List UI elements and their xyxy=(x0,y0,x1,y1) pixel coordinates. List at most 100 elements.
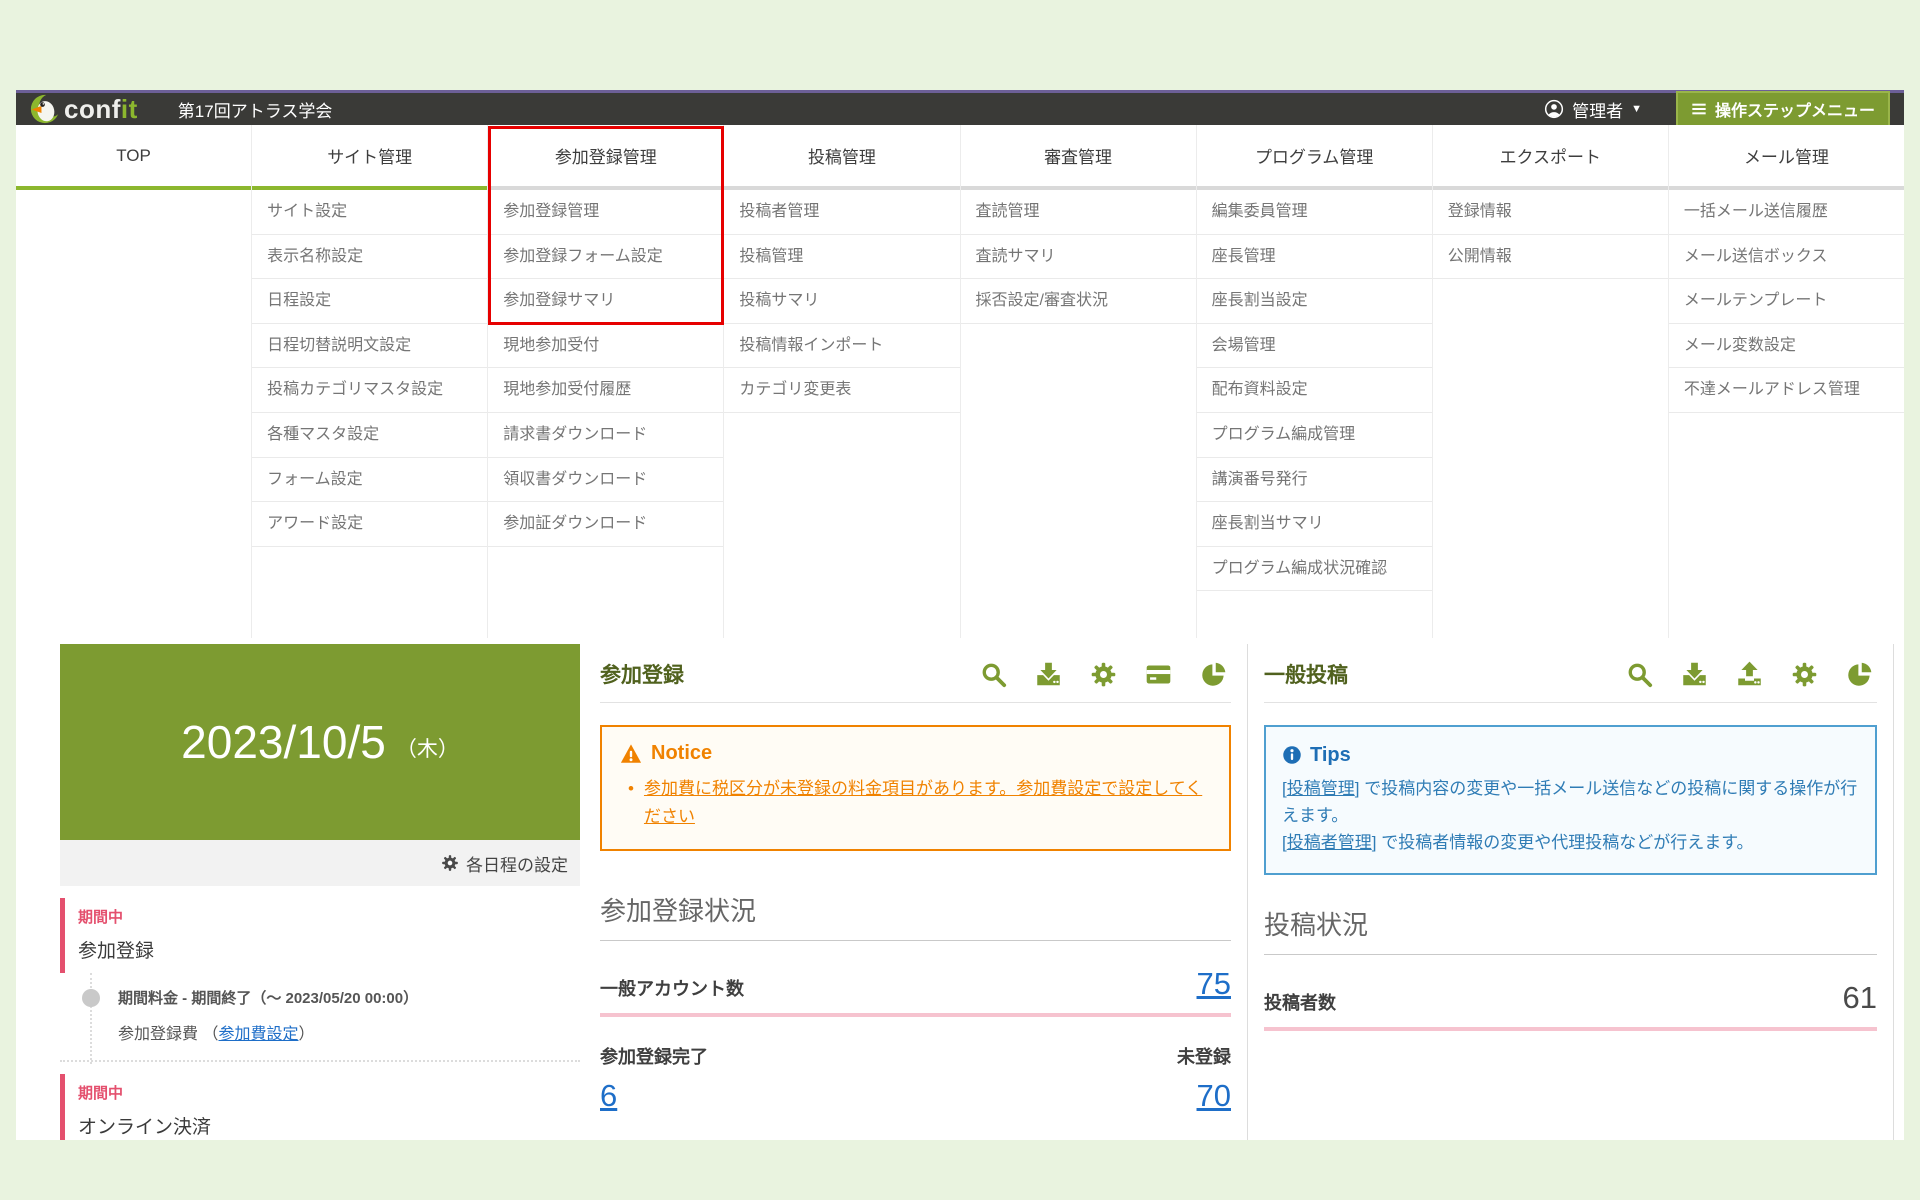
download-icon[interactable] xyxy=(1681,661,1708,688)
menu-item[interactable]: 日程切替説明文設定 xyxy=(252,324,487,369)
bird-logo-icon xyxy=(30,94,60,124)
schedule-item-title: オンライン決済 xyxy=(78,1112,580,1139)
menu-item[interactable]: 投稿情報インポート xyxy=(724,324,959,369)
submission-panel: 一般投稿 Tips [投稿管理] で投稿内容の変更や一括メール送信などの投稿に関… xyxy=(1264,644,1894,1140)
notice-title-label: Notice xyxy=(651,742,712,765)
menu-item[interactable]: 日程設定 xyxy=(252,279,487,324)
menu-item[interactable]: 表示名称設定 xyxy=(252,235,487,280)
registration-fee-line: 参加登録費 （参加費設定） xyxy=(118,1020,580,1044)
menu-item[interactable]: 参加証ダウンロード xyxy=(488,502,723,547)
nav-items-review: 査読管理 査読サマリ 採否設定/審査状況 xyxy=(961,190,1196,638)
menu-item[interactable]: 査読サマリ xyxy=(961,235,1196,280)
pie-chart-icon[interactable] xyxy=(1200,661,1227,688)
menu-item[interactable]: 投稿サマリ xyxy=(724,279,959,324)
tab-site-management[interactable]: サイト管理 xyxy=(252,125,487,190)
menu-item[interactable]: メールテンプレート xyxy=(1669,279,1904,324)
tab-export[interactable]: エクスポート xyxy=(1433,125,1668,190)
menu-item[interactable]: 会場管理 xyxy=(1197,324,1432,369)
menu-item[interactable]: 投稿カテゴリマスタ設定 xyxy=(252,368,487,413)
menu-item[interactable]: 不達メールアドレス管理 xyxy=(1669,368,1904,413)
menu-item[interactable]: メール送信ボックス xyxy=(1669,235,1904,280)
upload-icon[interactable] xyxy=(1736,661,1763,688)
menu-item[interactable]: 座長管理 xyxy=(1197,235,1432,280)
tab-program-management[interactable]: プログラム管理 xyxy=(1197,125,1432,190)
divider xyxy=(1264,1027,1877,1031)
account-count-value[interactable]: 75 xyxy=(1197,967,1231,1001)
search-icon[interactable] xyxy=(980,661,1007,688)
info-icon xyxy=(1282,745,1302,765)
tips-text: で投稿者情報の変更や代理投稿などが行えます。 xyxy=(1376,833,1753,852)
menu-item[interactable]: 各種マスタ設定 xyxy=(252,413,487,458)
submitter-management-link[interactable]: 投稿者管理 xyxy=(1287,833,1372,852)
menu-item[interactable]: 編集委員管理 xyxy=(1197,190,1432,235)
menu-item[interactable]: アワード設定 xyxy=(252,502,487,547)
menu-item[interactable]: 配布資料設定 xyxy=(1197,368,1432,413)
menu-item[interactable]: 採否設定/審査状況 xyxy=(961,279,1196,324)
menu-item[interactable]: 現地参加受付履歴 xyxy=(488,368,723,413)
tab-top[interactable]: TOP xyxy=(16,125,251,190)
menu-item[interactable]: フォーム設定 xyxy=(252,458,487,503)
notice-link[interactable]: 参加費に税区分が未登録の料金項目があります。参加費設定で設定してください xyxy=(644,775,1211,831)
menu-item[interactable]: 一括メール送信履歴 xyxy=(1669,190,1904,235)
menu-item[interactable]: 講演番号発行 xyxy=(1197,458,1432,503)
menu-item[interactable]: 座長割当サマリ xyxy=(1197,502,1432,547)
registration-panel: 参加登録 Notice • 参加費に税区分が未登録の料金項目があります。参加費設… xyxy=(600,644,1248,1140)
date-settings-link[interactable]: 各日程の設定 xyxy=(60,840,580,886)
credit-card-icon[interactable] xyxy=(1145,661,1172,688)
confit-logo[interactable]: confit xyxy=(30,94,138,124)
pie-chart-icon[interactable] xyxy=(1846,661,1873,688)
menu-item[interactable]: 請求書ダウンロード xyxy=(488,413,723,458)
notice-body: • 参加費に税区分が未登録の料金項目があります。参加費設定で設定してください xyxy=(620,775,1211,831)
menu-item[interactable]: 登録情報 xyxy=(1433,190,1668,235)
menu-item[interactable]: 投稿者管理 xyxy=(724,190,959,235)
download-icon[interactable] xyxy=(1035,661,1062,688)
current-date-card: 2023/10/5 （木） xyxy=(60,644,580,840)
step-menu-button[interactable]: 操作ステップメニュー xyxy=(1676,91,1890,127)
completed-value[interactable]: 6 xyxy=(600,1079,617,1113)
menu-item[interactable]: 参加登録管理 xyxy=(488,190,723,235)
schedule-item-payment: 期間中 オンライン決済 xyxy=(60,1074,580,1140)
tab-mail-management[interactable]: メール管理 xyxy=(1669,125,1904,190)
gear-icon[interactable] xyxy=(1791,661,1818,688)
menu-item[interactable]: 座長割当設定 xyxy=(1197,279,1432,324)
date-settings-label: 各日程の設定 xyxy=(466,851,568,876)
menu-item[interactable]: プログラム編成状況確認 xyxy=(1197,547,1432,592)
menu-item[interactable]: カテゴリ変更表 xyxy=(724,368,959,413)
menu-item[interactable]: 公開情報 xyxy=(1433,235,1668,280)
menu-item[interactable]: メール変数設定 xyxy=(1669,324,1904,369)
unregistered-value[interactable]: 70 xyxy=(1197,1079,1231,1113)
status-badge: 期間中 xyxy=(78,1082,580,1103)
submission-panel-header: 一般投稿 xyxy=(1264,644,1877,703)
menu-item[interactable]: 参加登録サマリ xyxy=(488,279,723,324)
top-bar: confit 第17回アトラス学会 管理者 ▼ 操作ステップメニュー xyxy=(16,90,1904,125)
current-weekday: （木） xyxy=(396,733,459,763)
tab-submission-management[interactable]: 投稿管理 xyxy=(724,125,959,190)
tab-review-management[interactable]: 審査管理 xyxy=(961,125,1196,190)
gear-icon[interactable] xyxy=(1090,661,1117,688)
divider xyxy=(60,1060,580,1062)
menu-item[interactable]: 領収書ダウンロード xyxy=(488,458,723,503)
menu-item[interactable]: 参加登録フォーム設定 xyxy=(488,235,723,280)
menu-item[interactable]: 投稿管理 xyxy=(724,235,959,280)
fee-settings-link[interactable]: 参加費設定 xyxy=(218,1026,298,1043)
search-icon[interactable] xyxy=(1626,661,1653,688)
app-window: confit 第17回アトラス学会 管理者 ▼ 操作ステップメニュー TOP サ… xyxy=(16,90,1904,1140)
menu-item[interactable]: 現地参加受付 xyxy=(488,324,723,369)
unregistered-label: 未登録 xyxy=(1177,1043,1231,1069)
nav-items-registration: 参加登録管理 参加登録フォーム設定 参加登録サマリ 現地参加受付 現地参加受付履… xyxy=(488,190,723,638)
menu-item[interactable]: サイト設定 xyxy=(252,190,487,235)
tips-line-1: [投稿管理] で投稿内容の変更や一括メール送信などの投稿に関する操作が行えます。 xyxy=(1282,775,1859,829)
panel-title: 参加登録 xyxy=(600,659,684,689)
menu-item[interactable]: プログラム編成管理 xyxy=(1197,413,1432,458)
posters-count-value: 61 xyxy=(1843,981,1877,1015)
tips-line-2: [投稿者管理] で投稿者情報の変更や代理投稿などが行えます。 xyxy=(1282,829,1859,856)
menu-item[interactable]: 査読管理 xyxy=(961,190,1196,235)
tips-title: Tips xyxy=(1282,739,1859,771)
submission-management-link[interactable]: 投稿管理 xyxy=(1287,779,1355,798)
panel-toolbar xyxy=(1626,661,1873,688)
user-menu[interactable]: 管理者 ▼ xyxy=(1544,97,1642,122)
tab-registration-management[interactable]: 参加登録管理 xyxy=(488,125,723,190)
topbar-right: 管理者 ▼ 操作ステップメニュー xyxy=(1544,91,1890,127)
account-count-label: 一般アカウント数 xyxy=(600,975,744,1001)
panel-toolbar xyxy=(980,661,1227,688)
